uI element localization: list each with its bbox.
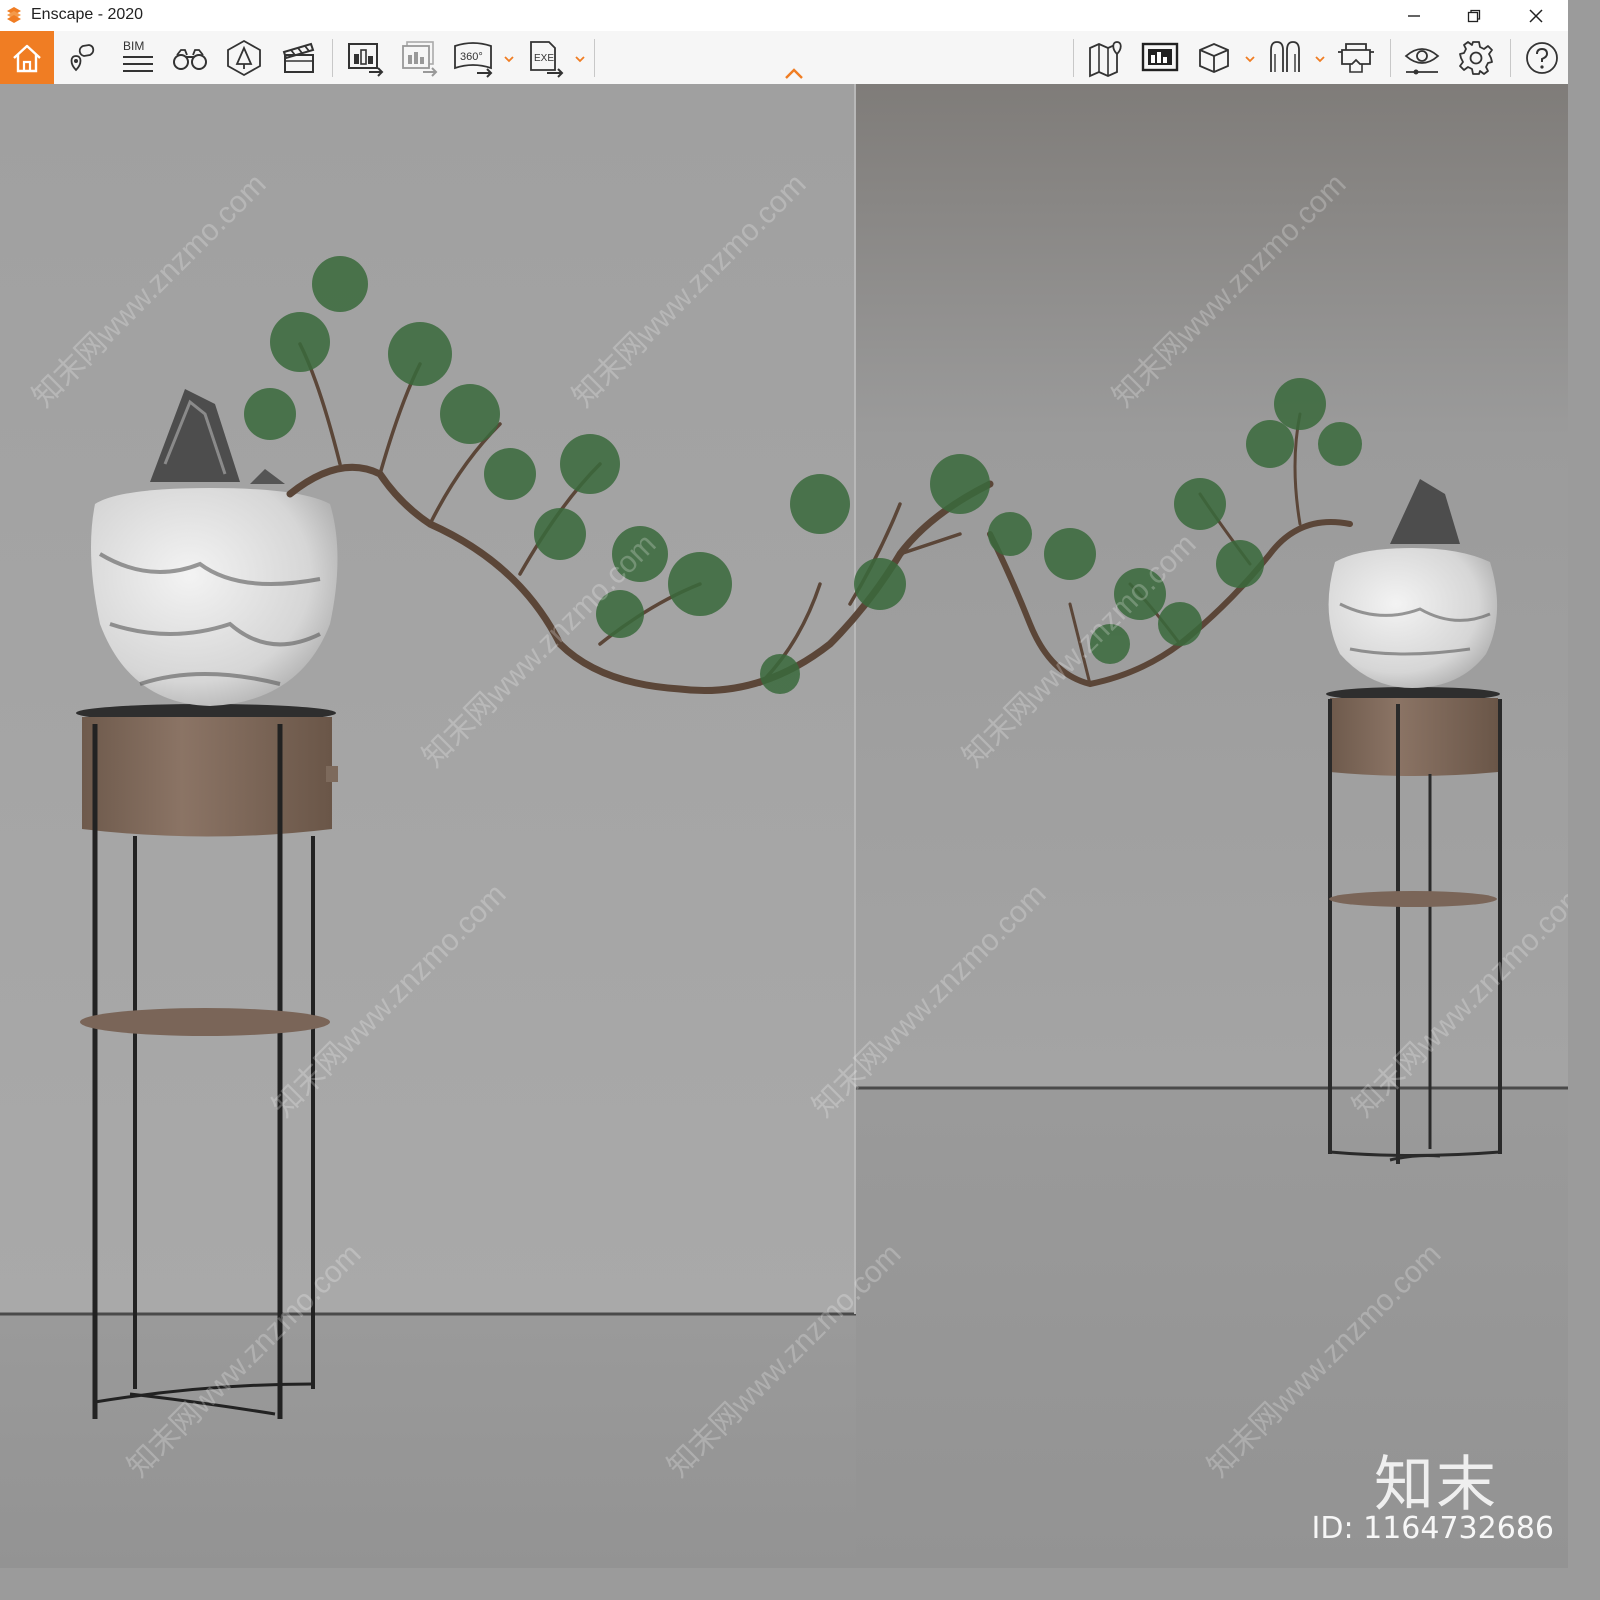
vr-headset-button[interactable] [1260,31,1310,84]
help-button[interactable] [1517,31,1567,84]
close-button[interactable] [1506,0,1566,31]
export-exe-icon: EXE [530,40,564,78]
views-icon [1141,42,1179,71]
vr-headset-icon [1270,40,1300,72]
toolbar-separator [594,39,595,77]
render-viewport[interactable]: 知末网www.znzmo.com 知末网www.znzmo.com 知末网www… [0,84,1568,1568]
render-screenshot-button[interactable] [340,31,390,84]
export-exe-button[interactable]: EXE [520,31,570,84]
brand-logo: 知末 [1374,1450,1498,1520]
minimize-icon [1408,14,1420,17]
home-icon [13,44,41,72]
window-title: Enscape - 2020 [31,6,144,23]
chevron-down-icon[interactable] [1315,55,1325,63]
visual-settings-icon [1404,47,1440,74]
title-bar: Enscape - 2020 [0,0,1568,31]
location-pin-button[interactable] [57,31,107,84]
help-icon [1526,41,1558,74]
clapperboard-icon [282,42,315,73]
asset-library-icon [227,39,261,76]
chevron-down-icon[interactable] [575,55,585,63]
batch-render-icon [402,40,438,77]
vr-goggles-button[interactable] [1331,31,1381,84]
asset-library-button[interactable] [219,31,269,84]
svg-text:EXE: EXE [534,53,554,64]
chevron-up-icon[interactable] [784,68,804,80]
map-icon [1089,40,1122,77]
visual-settings-button[interactable] [1397,31,1447,84]
cube-button[interactable] [1189,31,1239,84]
toolbar-separator [332,39,333,77]
enscape-toolbar: BIM 360° EXE [0,31,1568,85]
chevron-down-icon[interactable] [504,55,514,63]
video-editor-button[interactable] [273,31,323,84]
svg-text:BIM: BIM [123,39,144,53]
panorama-360-icon: 360° [454,41,493,78]
batch-render-button[interactable] [394,31,444,84]
brand-id: ID: 1164732686 [1311,1511,1554,1546]
render-screenshot-icon [348,42,384,77]
restore-button[interactable] [1444,0,1504,31]
binoculars-icon [173,48,207,70]
toolbar-separator [1510,39,1511,77]
binoculars-button[interactable] [165,31,215,84]
bim-info-icon: BIM [123,39,153,72]
panorama-360-button[interactable]: 360° [448,31,498,84]
toolbar-separator [1073,39,1074,77]
svg-text:360°: 360° [460,51,483,63]
chevron-down-icon[interactable] [1245,55,1255,63]
home-button[interactable] [0,31,54,84]
close-icon [1529,8,1543,23]
map-button[interactable] [1081,31,1131,84]
restore-icon [1467,9,1481,22]
bim-info-button[interactable]: BIM [110,31,160,84]
minimize-button[interactable] [1384,0,1444,31]
settings-button[interactable] [1451,31,1501,84]
location-pin-icon [70,43,95,71]
views-button[interactable] [1135,31,1185,84]
vr-goggles-icon [1338,42,1374,73]
toolbar-separator [1390,39,1391,77]
settings-gear-icon [1459,40,1493,75]
cube-icon [1199,42,1229,73]
enscape-logo-icon [7,7,21,23]
